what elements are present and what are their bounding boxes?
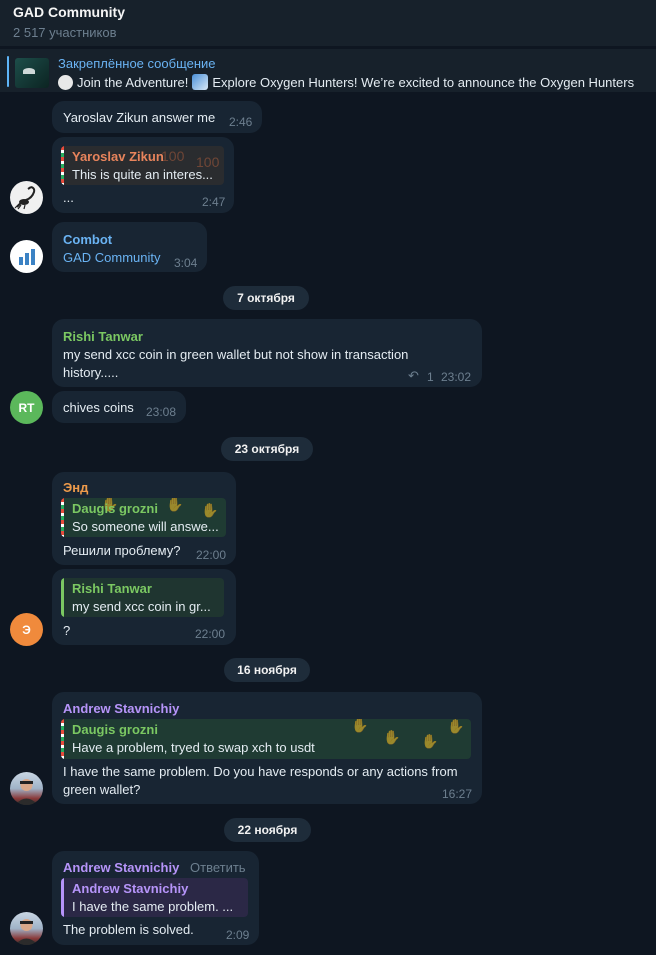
message-link[interactable]: GAD Community xyxy=(63,250,161,265)
pinned-text: Join the Adventure! Explore Oxygen Hunter… xyxy=(58,74,656,90)
message-text: ... xyxy=(63,190,74,205)
message-text: ? xyxy=(63,623,71,638)
reply-sender: Daugis grozni xyxy=(72,501,158,516)
pinned-thumbnail xyxy=(15,58,49,88)
bar-chart-icon xyxy=(19,249,35,265)
reply-quote-stripe xyxy=(61,578,64,617)
reply-pattern: ✋ xyxy=(201,502,219,518)
message-time: 22:00 xyxy=(195,627,226,641)
reply-pattern: ✋ xyxy=(447,719,465,734)
member-count: 2 517 участников xyxy=(13,25,117,40)
message-time: 2:46 xyxy=(229,115,253,129)
reply-quote-stripe xyxy=(61,719,64,759)
reply-quote-stripe xyxy=(61,498,64,537)
date-separator: 16 ноября xyxy=(224,658,310,682)
reply-quote-stripe xyxy=(61,878,64,917)
date-label: 7 октября xyxy=(237,291,295,305)
pinned-text-part1: Join the Adventure! xyxy=(77,75,189,90)
reply-count[interactable]: 1 xyxy=(427,370,434,384)
reply-sender: Yaroslav Zikun xyxy=(72,149,164,164)
date-separator: 7 октября xyxy=(223,286,309,310)
person-photo-icon xyxy=(15,779,38,805)
pinned-text-part2: Explore Oxygen Hunters! We’re excited to… xyxy=(212,75,635,90)
message-text-line1: my send xcc coin in green wallet but not… xyxy=(63,347,409,362)
white-circle-emoji-icon xyxy=(58,75,73,90)
message-text: The problem is solved. xyxy=(63,922,194,937)
reply-sender: Daugis grozni xyxy=(72,722,158,737)
message-text-line2: history..... xyxy=(63,365,119,380)
message-time: 2:47 xyxy=(202,195,226,209)
message-bubble[interactable]: chives coins 23:08 xyxy=(52,391,186,423)
date-separator: 22 ноября xyxy=(224,818,311,842)
message-text-line1: I have the same problem. Do you have res… xyxy=(63,764,458,779)
reply-sender: Andrew Stavnichiy xyxy=(72,881,189,896)
scorpion-icon xyxy=(14,186,36,210)
reply-text: Have a problem, tryed to swap xch to usd… xyxy=(72,740,315,755)
reply-arrow-icon[interactable]: ↶ xyxy=(408,368,419,384)
sender-name[interactable]: Энд xyxy=(63,480,88,495)
sender-name[interactable]: Rishi Tanwar xyxy=(63,329,143,344)
message-bubble[interactable]: 100 100 Yaroslav Zikun This is quite an … xyxy=(52,137,234,213)
avatar-photo[interactable] xyxy=(10,912,43,945)
avatar-initials-text: Э xyxy=(22,622,31,637)
message-text: Yaroslav Zikun answer me xyxy=(63,110,216,125)
message-bubble[interactable]: Rishi Tanwar my send xcc coin in green w… xyxy=(52,319,482,387)
message-time: 2:09 xyxy=(226,928,250,942)
pinned-message-bar[interactable]: Закреплённое сообщение Join the Adventur… xyxy=(0,48,656,92)
message-time: 16:27 xyxy=(442,787,473,801)
avatar-combot[interactable] xyxy=(10,240,43,273)
message-bubble[interactable]: Andrew Stavnichiy ✋ ✋ ✋ ✋ Daugis grozni … xyxy=(52,692,482,804)
date-separator: 23 октября xyxy=(221,437,313,461)
reply-quote[interactable]: Rishi Tanwar my send xcc coin in gr... xyxy=(61,578,224,617)
reply-text: I have the same problem. ... xyxy=(72,899,234,914)
avatar-initials[interactable]: Э xyxy=(10,613,43,646)
date-label: 16 ноября xyxy=(237,663,297,677)
sender-name[interactable]: Combot xyxy=(63,232,112,247)
message-bubble[interactable]: Combot GAD Community 3:04 xyxy=(52,222,207,272)
image-emoji-icon xyxy=(192,74,209,90)
avatar-scorpion[interactable] xyxy=(10,181,43,214)
avatar-photo[interactable] xyxy=(10,772,43,805)
reply-text: So someone will answe... xyxy=(72,519,219,534)
message-time: 3:04 xyxy=(174,256,198,270)
avatar-initials[interactable]: RT xyxy=(10,391,43,424)
message-time: 22:00 xyxy=(196,548,227,562)
message-text: Решили проблему? xyxy=(63,543,181,558)
sender-name[interactable]: Andrew Stavnichiy xyxy=(63,701,179,716)
reply-pattern: 100 xyxy=(161,148,185,164)
sender-name[interactable]: Andrew Stavnichiy xyxy=(63,860,179,875)
reply-quote-stripe xyxy=(61,146,64,185)
reply-quote[interactable]: ✋ ✋ ✋ Daugis grozni So someone will answ… xyxy=(61,498,226,537)
reply-quote[interactable]: 100 100 Yaroslav Zikun This is quite an … xyxy=(61,146,224,185)
reply-pattern: ✋ xyxy=(351,719,369,733)
message-bubble[interactable]: Энд ✋ ✋ ✋ Daugis grozni So someone will … xyxy=(52,472,236,565)
reply-pattern: ✋ xyxy=(166,498,184,512)
chat-title: GAD Community xyxy=(13,4,125,20)
chat-header[interactable]: GAD Community 2 517 участников xyxy=(0,0,656,46)
date-label: 23 октября xyxy=(234,442,300,456)
reply-text: This is quite an interes... xyxy=(72,167,213,182)
reply-sender: Rishi Tanwar xyxy=(72,581,152,596)
date-label: 22 ноября xyxy=(237,823,298,837)
message-time: 23:08 xyxy=(146,405,177,419)
reply-quote[interactable]: ✋ ✋ ✋ ✋ Daugis grozni Have a problem, tr… xyxy=(61,719,471,759)
pinned-indicator xyxy=(7,56,9,87)
message-text-line2: green wallet? xyxy=(63,782,141,797)
pinned-label: Закреплённое сообщение xyxy=(58,56,216,71)
reply-quote[interactable]: Andrew Stavnichiy I have the same proble… xyxy=(61,878,248,917)
person-photo-icon xyxy=(15,919,38,945)
reply-action-link[interactable]: Ответить xyxy=(190,860,246,875)
message-bubble[interactable]: Andrew Stavnichiy Ответить Andrew Stavni… xyxy=(52,851,259,945)
avatar-initials-text: RT xyxy=(18,400,35,415)
message-time: 23:02 xyxy=(441,370,472,384)
reply-text: my send xcc coin in gr... xyxy=(72,599,211,614)
message-text: chives coins xyxy=(63,400,134,415)
message-bubble[interactable]: Yaroslav Zikun answer me 2:46 xyxy=(52,101,262,133)
message-bubble[interactable]: Rishi Tanwar my send xcc coin in gr... ?… xyxy=(52,569,236,645)
